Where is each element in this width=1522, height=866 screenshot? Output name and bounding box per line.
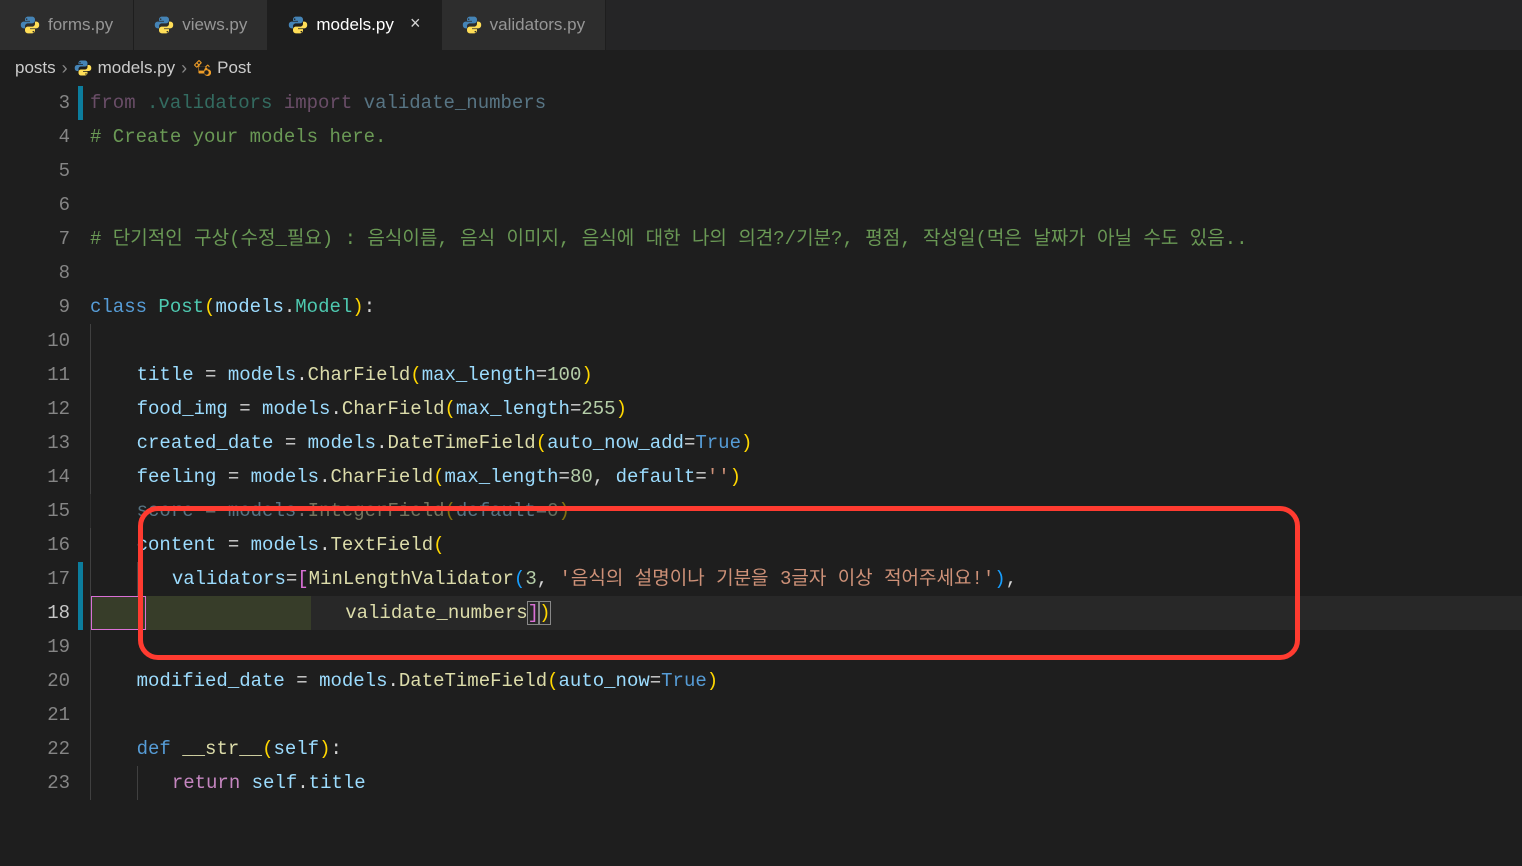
code-line: from .validators import validate_numbers — [90, 86, 1522, 120]
line-num: 7 — [0, 222, 70, 256]
line-num: 21 — [0, 698, 70, 732]
code-line: score = models.IntegerField(default=0) — [90, 494, 1522, 528]
line-num: 4 — [0, 120, 70, 154]
tab-views[interactable]: views.py — [134, 0, 268, 50]
code-line: food_img = models.CharField(max_length=2… — [90, 392, 1522, 426]
code-line: validators=[MinLengthValidator(3, '음식의 설… — [90, 562, 1522, 596]
code-line — [90, 324, 1522, 358]
tab-label: forms.py — [48, 15, 113, 35]
code-line — [90, 630, 1522, 664]
code-line: class Post(models.Model): — [90, 290, 1522, 324]
code-content[interactable]: from .validators import validate_numbers… — [90, 86, 1522, 866]
tab-label: views.py — [182, 15, 247, 35]
code-line: validate_numbers]) — [90, 596, 1522, 630]
python-file-icon — [462, 15, 482, 35]
python-file-icon — [20, 15, 40, 35]
line-num: 12 — [0, 392, 70, 426]
line-num: 19 — [0, 630, 70, 664]
code-line — [90, 698, 1522, 732]
line-num: 13 — [0, 426, 70, 460]
chevron-right-icon: › — [181, 58, 187, 79]
line-num: 10 — [0, 324, 70, 358]
code-line: # Create your models here. — [90, 120, 1522, 154]
line-num: 23 — [0, 766, 70, 800]
chevron-right-icon: › — [62, 58, 68, 79]
code-line: created_date = models.DateTimeField(auto… — [90, 426, 1522, 460]
line-num: 8 — [0, 256, 70, 290]
line-num: 6 — [0, 188, 70, 222]
python-file-icon — [74, 59, 92, 77]
tab-label: models.py — [316, 15, 393, 35]
line-num: 9 — [0, 290, 70, 324]
line-num: 15 — [0, 494, 70, 528]
editor-tabs: forms.py views.py models.py × validators… — [0, 0, 1522, 50]
code-line: def __str__(self): — [90, 732, 1522, 766]
code-line: modified_date = models.DateTimeField(aut… — [90, 664, 1522, 698]
line-num: 18 — [0, 596, 70, 630]
code-line: # 단기적인 구상(수정_필요) : 음식이름, 음식 이미지, 음식에 대한 … — [90, 222, 1522, 256]
code-line: title = models.CharField(max_length=100) — [90, 358, 1522, 392]
line-num: 20 — [0, 664, 70, 698]
breadcrumb-file[interactable]: models.py — [98, 58, 175, 78]
line-numbers: 3 4 5 6 7 8 9 10 11 12 13 14 15 16 17 18… — [0, 86, 90, 866]
breadcrumb-folder[interactable]: posts — [15, 58, 56, 78]
line-num: 17 — [0, 562, 70, 596]
code-editor[interactable]: 3 4 5 6 7 8 9 10 11 12 13 14 15 16 17 18… — [0, 86, 1522, 866]
class-symbol-icon — [193, 59, 211, 77]
tab-validators[interactable]: validators.py — [442, 0, 606, 50]
line-num: 3 — [0, 86, 70, 120]
breadcrumb-symbol[interactable]: Post — [217, 58, 251, 78]
tab-models[interactable]: models.py × — [268, 0, 441, 50]
line-num: 11 — [0, 358, 70, 392]
code-line: feeling = models.CharField(max_length=80… — [90, 460, 1522, 494]
close-icon[interactable]: × — [410, 15, 421, 35]
tab-forms[interactable]: forms.py — [0, 0, 134, 50]
line-num: 16 — [0, 528, 70, 562]
code-line: content = models.TextField( — [90, 528, 1522, 562]
line-num: 5 — [0, 154, 70, 188]
python-file-icon — [288, 15, 308, 35]
line-num: 22 — [0, 732, 70, 766]
tab-label: validators.py — [490, 15, 585, 35]
python-file-icon — [154, 15, 174, 35]
code-line — [90, 256, 1522, 290]
code-line: return self.title — [90, 766, 1522, 800]
code-line — [90, 154, 1522, 188]
code-line — [90, 188, 1522, 222]
breadcrumb: posts › models.py › Post — [0, 50, 1522, 86]
line-num: 14 — [0, 460, 70, 494]
